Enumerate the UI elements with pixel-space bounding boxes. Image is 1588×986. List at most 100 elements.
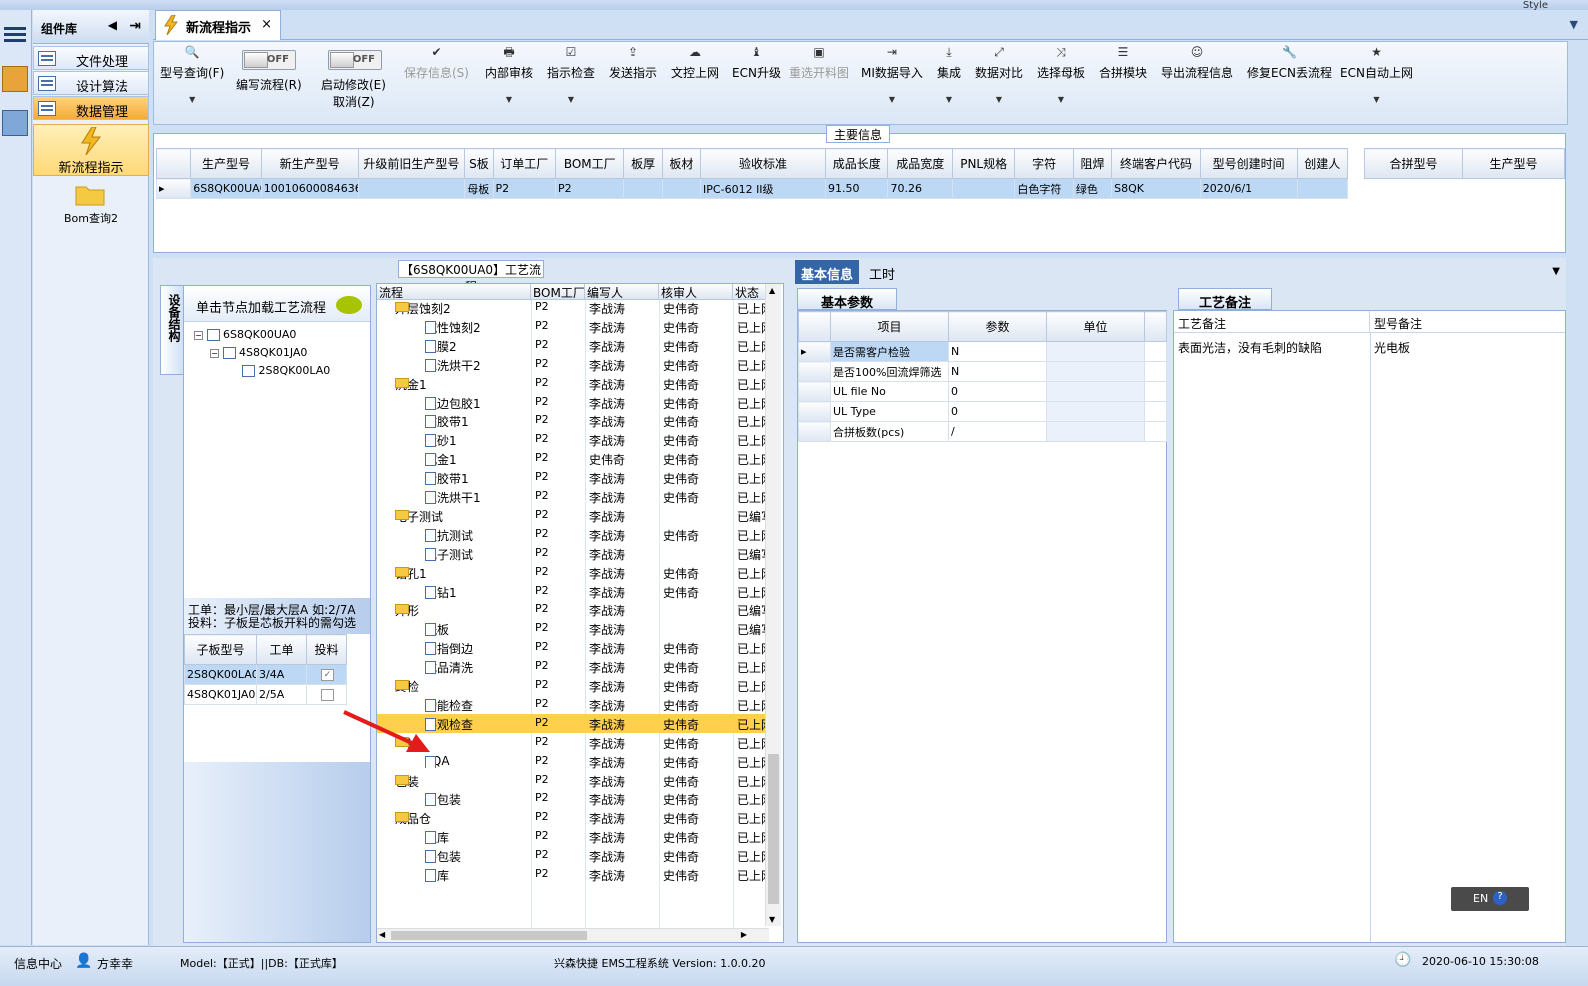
column-header[interactable]: 终端客户代码 bbox=[1111, 148, 1201, 179]
column-header[interactable]: 工单 bbox=[256, 634, 307, 665]
flow-row[interactable]: 二钻1P2李战涛史伟奇已上网 bbox=[377, 582, 771, 601]
flow-row[interactable]: 出库P2李战涛史伟奇已上网 bbox=[377, 865, 771, 884]
column-header[interactable]: 项目 bbox=[830, 311, 949, 342]
flow-row[interactable]: − 外形P2李战涛已编写 bbox=[377, 600, 771, 619]
column-header[interactable]: 单位 bbox=[1046, 311, 1145, 342]
flow-row[interactable]: 退膜2P2李战涛史伟奇已上网 bbox=[377, 336, 771, 355]
column-header[interactable]: 成品长度 bbox=[824, 148, 889, 179]
internal-review-button[interactable]: 🖶 内部审核 ▼ bbox=[485, 44, 533, 104]
column-header[interactable]: 子板型号 bbox=[184, 634, 257, 665]
flow-row[interactable]: 阻抗测试P2李战涛史伟奇已上网 bbox=[377, 525, 771, 544]
column-header[interactable]: BOM工厂 bbox=[554, 148, 625, 179]
mi-data-import-button[interactable]: ⇥ MI数据导入 ▼ bbox=[861, 44, 923, 104]
start-modify-toggle[interactable]: OFF bbox=[328, 50, 382, 70]
column-header[interactable]: 板厚 bbox=[623, 148, 663, 179]
column-header[interactable]: 成品宽度 bbox=[887, 148, 953, 179]
new-flow-item[interactable]: 新流程指示 bbox=[33, 124, 149, 176]
column-header[interactable]: 型号创建时间 bbox=[1199, 148, 1298, 179]
flow-row[interactable]: 铣板P2李战涛已编写 bbox=[377, 619, 771, 638]
column-header[interactable]: 工艺备注 bbox=[1174, 311, 1370, 333]
instruction-check-button[interactable]: ☑ 指示检查 ▼ bbox=[547, 44, 595, 104]
column-header[interactable]: S板 bbox=[464, 148, 494, 179]
table-row[interactable]: 是否100%回流焊筛选 N bbox=[798, 361, 1167, 382]
column-header[interactable]: 投料 bbox=[306, 634, 347, 665]
info-center-link[interactable]: 信息中心 bbox=[14, 955, 62, 972]
tree-node[interactable]: − 4S8QK01JA0 bbox=[210, 346, 307, 359]
table-row[interactable]: ▸ 6S8QK00UA0 10010600084636 母板 P2 P2 IPC-6012 … bbox=[155, 178, 1348, 199]
feed-checkbox[interactable] bbox=[306, 684, 347, 705]
flow-row[interactable]: 外包装P2李战涛史伟奇已上网 bbox=[377, 846, 771, 865]
tab-basic-info[interactable]: 基本信息 bbox=[795, 260, 860, 284]
data-compare-button[interactable]: ⤢ 数据对比 ▼ bbox=[975, 44, 1023, 104]
column-header[interactable]: 阻焊 bbox=[1072, 148, 1113, 179]
table-row[interactable]: UL Type 0 bbox=[798, 401, 1167, 422]
param-value[interactable]: 0 bbox=[948, 381, 1047, 402]
edit-flow-toggle[interactable]: OFF bbox=[242, 50, 296, 70]
flow-row[interactable]: − 外层蚀刻2P2李战涛史伟奇已上网 bbox=[377, 298, 771, 317]
nav-item-data-management[interactable]: 数据管理 bbox=[33, 96, 149, 120]
horizontal-scrollbar[interactable]: ◀ ▶ bbox=[377, 928, 769, 942]
flow-row[interactable]: 碱性蚀刻2P2李战涛史伟奇已上网 bbox=[377, 317, 771, 336]
param-value[interactable]: N bbox=[948, 341, 1047, 362]
flow-row[interactable]: 水洗烘干2P2李战涛史伟奇已上网 bbox=[377, 355, 771, 374]
tools-icon[interactable] bbox=[2, 66, 28, 92]
integration-button[interactable]: ⤓ 集成 ▼ bbox=[937, 44, 961, 104]
column-header[interactable]: 型号备注 bbox=[1370, 311, 1565, 333]
column-header[interactable]: 参数 bbox=[948, 311, 1047, 342]
nav-item-design-algorithm[interactable]: 设计算法 bbox=[33, 71, 149, 95]
param-value[interactable]: 0 bbox=[948, 401, 1047, 422]
pin-icon[interactable]: ⇥ bbox=[129, 18, 141, 34]
column-header[interactable]: 合拼型号 bbox=[1364, 148, 1463, 179]
flow-row[interactable]: 电子测试P2李战涛已编写 bbox=[377, 544, 771, 563]
table-row[interactable]: 合拼板数(pcs) / bbox=[798, 421, 1167, 442]
flow-row[interactable]: 撕胶带1P2李战涛史伟奇已上网 bbox=[377, 468, 771, 487]
collapse-left-icon[interactable]: ◀ bbox=[108, 18, 117, 32]
reselect-cutting-button[interactable]: ▣ 重选开料图 bbox=[789, 44, 849, 81]
column-header[interactable]: PNL规格 bbox=[951, 148, 1016, 179]
language-indicator[interactable]: EN? bbox=[1451, 887, 1529, 911]
table-row[interactable]: ▸ 是否需客户检验 N bbox=[798, 341, 1167, 362]
save-info-button[interactable]: ✔ 保存信息(S) bbox=[404, 44, 469, 81]
flow-row[interactable]: 板边包胶1P2李战涛史伟奇已上网 bbox=[377, 393, 771, 412]
column-header[interactable]: 创建人 bbox=[1296, 148, 1348, 179]
column-header[interactable]: 新生产型号 bbox=[260, 148, 359, 179]
column-header[interactable]: 订单工厂 bbox=[492, 148, 556, 179]
flow-row[interactable]: − 终检P2李战涛史伟奇已上网 bbox=[377, 676, 771, 695]
chevron-down-icon[interactable]: ▼ bbox=[1570, 18, 1578, 31]
chevron-down-icon[interactable]: ▼ bbox=[1552, 266, 1560, 277]
select-motherboard-button[interactable]: ⤨ 选择母板 ▼ bbox=[1037, 44, 1085, 104]
column-header[interactable]: 升级前旧生产型号 bbox=[357, 148, 466, 179]
tab-new-flow[interactable]: 新流程指示 × bbox=[155, 10, 281, 40]
flow-row[interactable]: 内包装P2李战涛史伟奇已上网 bbox=[377, 789, 771, 808]
column-header[interactable]: 生产型号 bbox=[190, 148, 262, 179]
flow-row[interactable]: − 成品仓P2李战涛史伟奇已上网 bbox=[377, 808, 771, 827]
model-remark-text[interactable]: 光电板 bbox=[1374, 339, 1410, 356]
cancel-button[interactable]: 取消(Z) bbox=[333, 93, 375, 110]
flow-row[interactable]: 入库P2李战涛史伟奇已上网 bbox=[377, 827, 771, 846]
close-icon[interactable]: × bbox=[261, 17, 272, 32]
flow-row[interactable]: − 沉金1P2李战涛史伟奇已上网 bbox=[377, 374, 771, 393]
doc-control-online-button[interactable]: ☁ 文控上网 bbox=[671, 44, 719, 81]
tree-node[interactable]: 2S8QK00LA0 bbox=[242, 364, 330, 377]
flow-row[interactable]: 成品清洗P2李战涛史伟奇已上网 bbox=[377, 657, 771, 676]
export-flow-button[interactable]: ☺ 导出流程信息 bbox=[1161, 44, 1233, 81]
column-header[interactable]: 字符 bbox=[1014, 148, 1074, 179]
bom-query-item[interactable]: Bom查询2 bbox=[33, 180, 149, 232]
flow-row[interactable]: − 包装P2李战涛史伟奇已上网 bbox=[377, 771, 771, 790]
flow-row[interactable]: 沉金1P2史伟奇史伟奇已上网 bbox=[377, 449, 771, 468]
calculator-icon[interactable] bbox=[2, 110, 28, 136]
param-value[interactable]: N bbox=[948, 361, 1047, 382]
model-query-button[interactable]: 🔍 型号查询(F) ▼ bbox=[160, 44, 224, 104]
column-header[interactable]: 生产型号 bbox=[1462, 148, 1565, 179]
table-row[interactable]: 2S8QK00LA0 3/4A ✓ bbox=[184, 664, 347, 685]
flow-row[interactable]: − 电子测试P2李战涛已编写 bbox=[377, 506, 771, 525]
ecn-auto-online-button[interactable]: ★ ECN自动上网 ▼ bbox=[1340, 44, 1413, 104]
tab-work-hours[interactable]: 工时 bbox=[863, 260, 901, 284]
help-icon[interactable]: ? bbox=[1493, 891, 1507, 905]
process-remark-text[interactable]: 表面光洁，没有毛刺的缺陷 bbox=[1178, 339, 1322, 356]
merge-module-button[interactable]: ☰ 合拼模块 bbox=[1099, 44, 1147, 81]
tab-device-structure[interactable]: 设备结构 bbox=[160, 285, 184, 375]
send-instruction-button[interactable]: ⇪ 发送指示 bbox=[609, 44, 657, 81]
column-header[interactable]: 板材 bbox=[661, 148, 702, 179]
nav-item-file-processing[interactable]: 文件处理 bbox=[33, 46, 149, 70]
